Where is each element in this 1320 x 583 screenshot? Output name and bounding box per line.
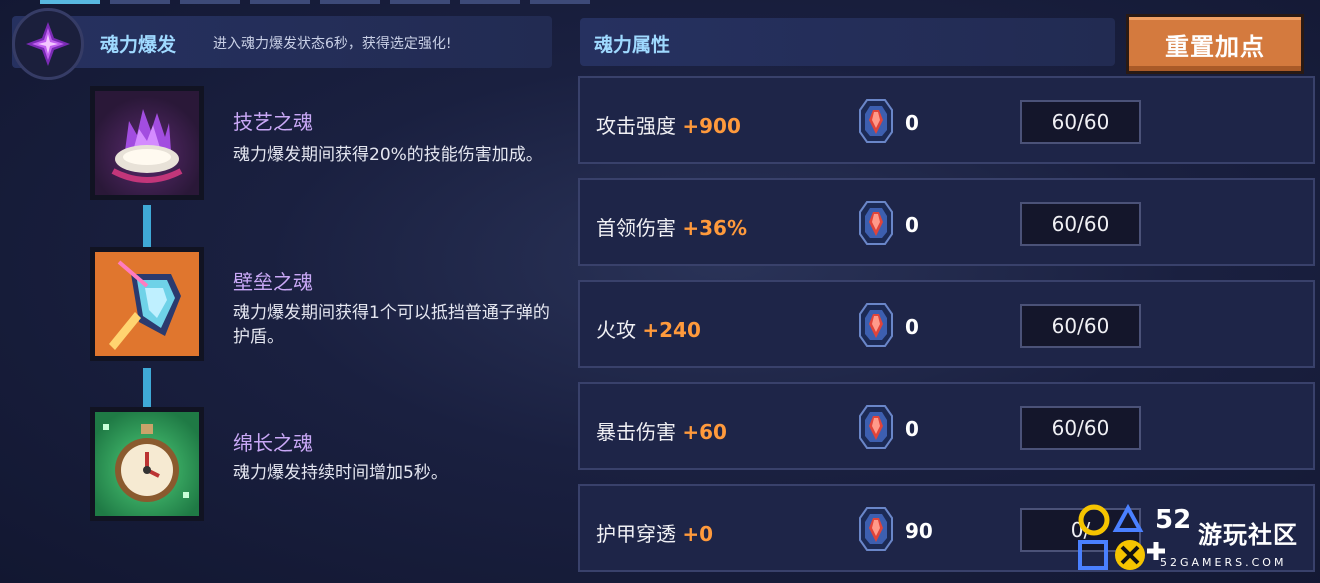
- shield-icon[interactable]: [90, 247, 204, 361]
- soul-burst-icon: [12, 8, 84, 80]
- soul-gem-icon: [859, 507, 893, 551]
- stat-bonus: +0: [682, 522, 714, 546]
- watermark-url: 52GAMERS.COM: [1160, 556, 1287, 569]
- tab-indicator[interactable]: [530, 0, 590, 4]
- gem-count: 90: [905, 519, 933, 543]
- tab-indicator[interactable]: [390, 0, 450, 4]
- tab-indicator[interactable]: [180, 0, 240, 4]
- stat-bonus: +36%: [682, 216, 747, 240]
- stat-label: 火攻 +240: [596, 314, 701, 343]
- tab-indicator[interactable]: [250, 0, 310, 4]
- skill-connector: [143, 205, 151, 247]
- level-value: 60/60: [1020, 304, 1141, 348]
- attributes-title: 魂力属性: [594, 34, 671, 56]
- stat-label: 暴击伤害 +60: [596, 416, 727, 445]
- tab-indicator[interactable]: [320, 0, 380, 4]
- soul-gem-icon: [859, 201, 893, 245]
- gem-count: 0: [905, 315, 919, 339]
- stat-row: 首领伤害 +36% 0 60/60: [578, 178, 1315, 266]
- tab-indicator-active[interactable]: [40, 0, 100, 4]
- skill-name-2: 壁垒之魂: [233, 270, 313, 294]
- stat-bonus: +60: [682, 420, 727, 444]
- skill-description-3: 魂力爆发持续时间增加5秒。: [233, 463, 448, 483]
- stat-label: 首领伤害 +36%: [596, 212, 747, 241]
- stat-label: 护甲穿透 +0: [596, 518, 713, 547]
- gem-count: 0: [905, 111, 919, 135]
- purple-flame-shell-icon[interactable]: [90, 86, 204, 200]
- gem-count: 0: [905, 213, 919, 237]
- stat-name: 护甲穿透: [596, 522, 676, 546]
- burst-title: 魂力爆发: [100, 34, 177, 56]
- skill-name-3: 绵长之魂: [233, 431, 313, 455]
- tab-indicator[interactable]: [460, 0, 520, 4]
- soul-gem-icon: [859, 303, 893, 347]
- stat-row: 暴击伤害 +60 0 60/60: [578, 382, 1315, 470]
- burst-description: 进入魂力爆发状态6秒，获得选定强化!: [213, 36, 452, 52]
- stat-name: 暴击伤害: [596, 420, 676, 444]
- stat-row: 火攻 +240 0 60/60: [578, 280, 1315, 368]
- skill-connector: [143, 368, 151, 408]
- skill-name-1: 技艺之魂: [233, 110, 313, 134]
- level-value: 60/60: [1020, 202, 1141, 246]
- tab-indicator[interactable]: [110, 0, 170, 4]
- watermark-text: 游玩社区: [1198, 521, 1298, 549]
- stat-bonus: +240: [642, 318, 701, 342]
- skill-description-1: 魂力爆发期间获得20%的技能伤害加成。: [233, 145, 543, 165]
- skill-description-2: 魂力爆发期间获得1个可以抵挡普通子弹的护盾。: [233, 303, 550, 347]
- stat-name: 首领伤害: [596, 216, 676, 240]
- top-tabs: [40, 0, 590, 4]
- level-value: 60/60: [1020, 100, 1141, 144]
- gem-count: 0: [905, 417, 919, 441]
- stat-row: 攻击强度 +900 0 60/60: [578, 76, 1315, 164]
- stat-name: 火攻: [596, 318, 636, 342]
- soul-gem-icon: [859, 99, 893, 143]
- level-value: 60/60: [1020, 406, 1141, 450]
- reset-points-button[interactable]: 重置加点: [1126, 14, 1304, 74]
- stat-label: 攻击强度 +900: [596, 110, 741, 139]
- stopwatch-icon[interactable]: [90, 407, 204, 521]
- watermark-number: 52: [1155, 505, 1192, 535]
- stat-bonus: +900: [682, 114, 741, 138]
- soul-gem-icon: [859, 405, 893, 449]
- stat-name: 攻击强度: [596, 114, 676, 138]
